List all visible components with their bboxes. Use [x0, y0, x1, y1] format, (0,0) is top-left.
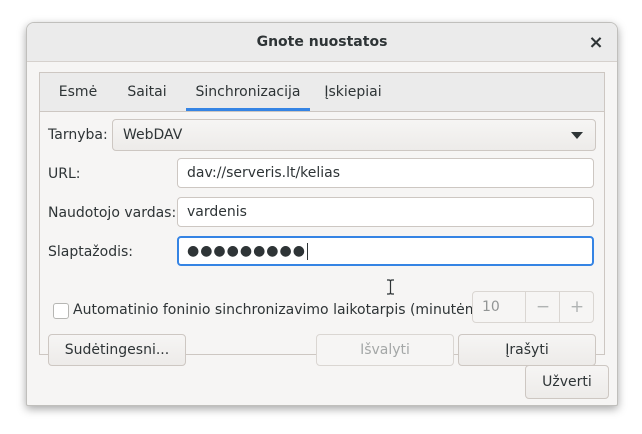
minus-icon[interactable]: − — [525, 292, 560, 322]
text-caret — [306, 242, 308, 260]
url-label: URL: — [48, 166, 81, 182]
username-value: vardenis — [187, 204, 247, 220]
close-button[interactable]: Užverti — [525, 365, 609, 399]
preferences-notebook: Esmė Saitai Sinchronizacija Įskiepiai Ta… — [39, 72, 605, 366]
text-cursor-icon — [387, 279, 394, 295]
close-icon[interactable]: × — [585, 32, 607, 54]
advanced-button[interactable]: Sudėtingesni... — [48, 334, 186, 366]
username-input[interactable]: vardenis — [177, 197, 594, 227]
titlebar[interactable]: Gnote nuostatos × — [27, 23, 617, 62]
autosync-label[interactable]: Automatinio foninio sinchronizavimo laik… — [73, 302, 495, 318]
interval-value: 10 — [482, 299, 500, 315]
interval-spinbutton[interactable]: 10 − + — [472, 291, 594, 323]
tab-sinchronizacija[interactable]: Sinchronizacija — [186, 73, 310, 111]
url-input[interactable]: dav://serveris.lt/kelias — [177, 158, 594, 188]
service-combo[interactable]: WebDAV — [112, 119, 596, 151]
save-button[interactable]: Įrašyti — [458, 334, 596, 366]
window-title: Gnote nuostatos — [256, 34, 388, 50]
service-value: WebDAV — [123, 127, 183, 143]
tab-bar: Esmė Saitai Sinchronizacija Įskiepiai — [40, 73, 604, 112]
plus-icon[interactable]: + — [559, 292, 594, 322]
password-value: ●●●●●●●●● — [187, 243, 306, 259]
password-input[interactable]: ●●●●●●●●● — [177, 236, 594, 266]
password-label: Slaptažodis: — [48, 244, 134, 260]
preferences-dialog: Gnote nuostatos × Esmė Saitai Sinchroniz… — [26, 22, 618, 406]
username-label: Naudotojo vardas: — [48, 205, 177, 221]
tab-esme[interactable]: Esmė — [48, 73, 108, 111]
tab-iskiepiai[interactable]: Įskiepiai — [318, 73, 388, 111]
service-label: Tarnyba: — [48, 127, 108, 143]
clear-button[interactable]: Išvalyti — [316, 334, 454, 366]
tab-saitai[interactable]: Saitai — [116, 73, 178, 111]
chevron-down-icon — [571, 132, 583, 139]
url-value: dav://serveris.lt/kelias — [187, 165, 341, 181]
autosync-checkbox[interactable] — [53, 303, 69, 319]
